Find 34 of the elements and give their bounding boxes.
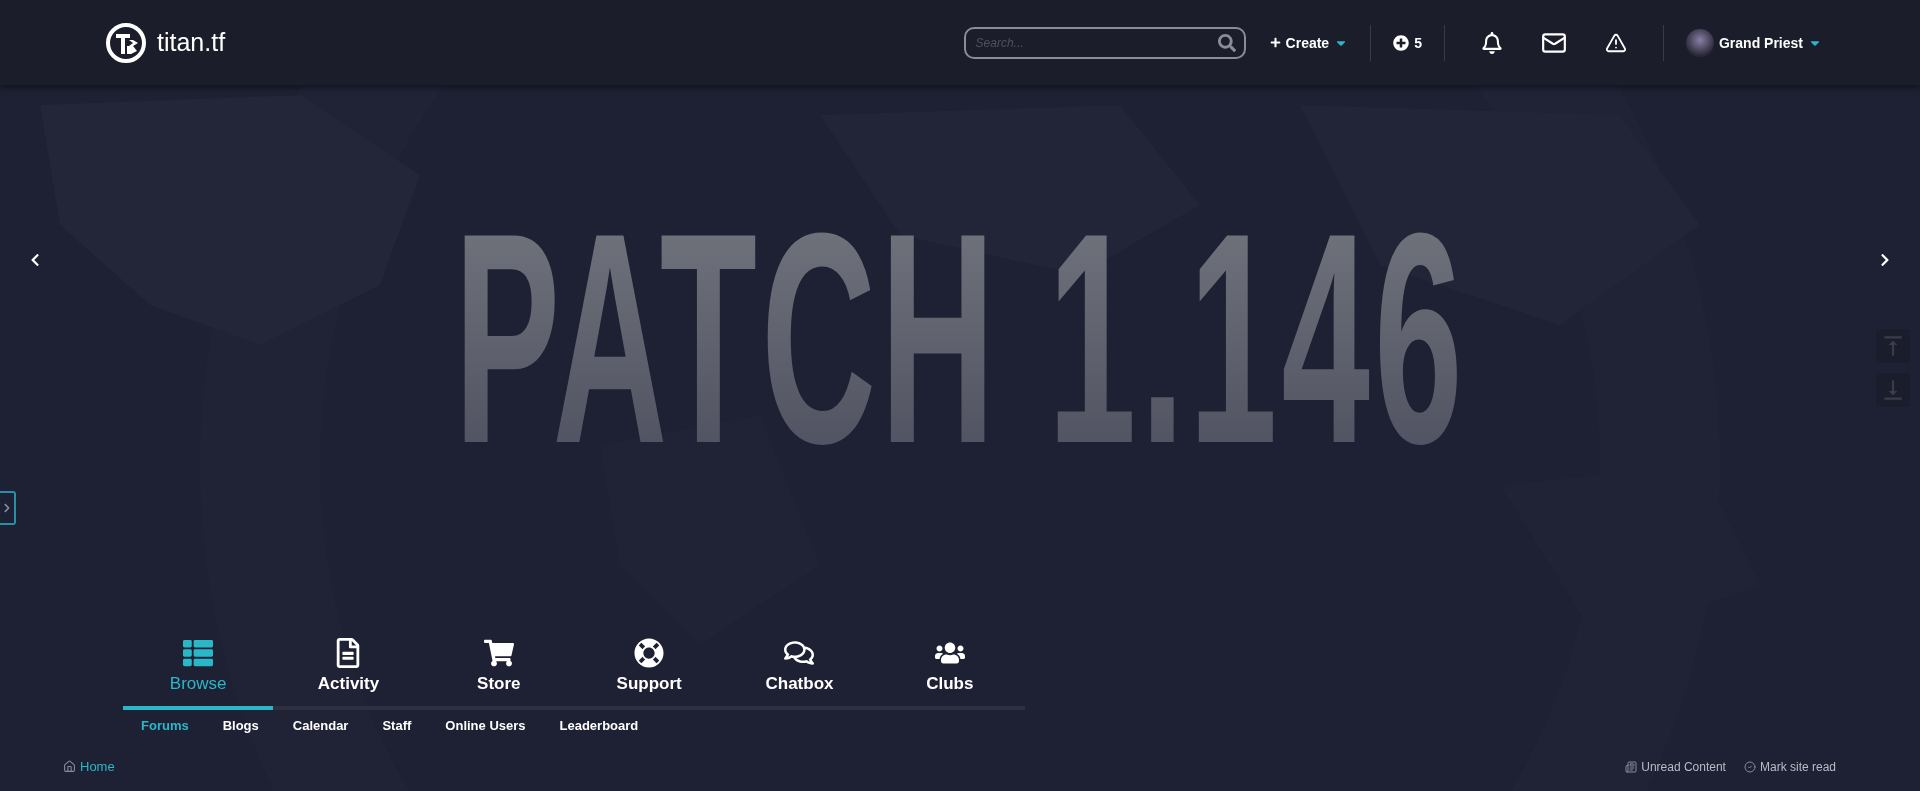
list-icon [183, 638, 214, 668]
nav-tab[interactable]: Browse [123, 620, 274, 710]
nav-tab[interactable]: Store [423, 620, 574, 710]
subnav-link[interactable]: Forums [141, 718, 189, 733]
warning-icon[interactable] [1604, 31, 1627, 54]
home-link[interactable]: Home [63, 759, 115, 774]
cart-icon [483, 638, 514, 668]
nav-tab[interactable]: Chatbox [724, 620, 875, 710]
lifebuoy-icon [634, 638, 665, 668]
points-button[interactable]: 5 [1393, 34, 1422, 51]
user-menu[interactable]: Grand Priest [1685, 28, 1822, 57]
site-name: titan.tf [157, 28, 226, 57]
logo-icon [105, 21, 147, 64]
search-icon[interactable] [1217, 33, 1236, 52]
chat-bubbles-icon [784, 638, 815, 668]
sidebar-toggle[interactable] [0, 491, 16, 525]
avatar [1685, 28, 1714, 57]
nav-tab[interactable]: Clubs [874, 620, 1025, 710]
subnav-link[interactable]: Online Users [445, 718, 526, 733]
newspaper-icon [1625, 760, 1638, 773]
home-icon [63, 760, 76, 773]
unread-content-link[interactable]: Unread Content [1625, 759, 1726, 774]
subnav-link[interactable]: Leaderboard [559, 718, 639, 733]
bell-icon[interactable] [1480, 31, 1503, 54]
nav-tab[interactable]: Activity [273, 620, 424, 710]
nav-tab[interactable]: Support [574, 620, 725, 710]
plus-icon [1269, 37, 1281, 48]
check-circle-icon [1743, 760, 1756, 773]
mark-read-link[interactable]: Mark site read [1743, 759, 1836, 774]
subnav-link[interactable]: Calendar [292, 718, 349, 733]
create-button[interactable]: Create [1269, 34, 1349, 51]
subnav-link[interactable]: Staff [382, 718, 412, 733]
subnav-link[interactable]: Blogs [222, 718, 259, 733]
chevron-right-icon [2, 503, 12, 513]
